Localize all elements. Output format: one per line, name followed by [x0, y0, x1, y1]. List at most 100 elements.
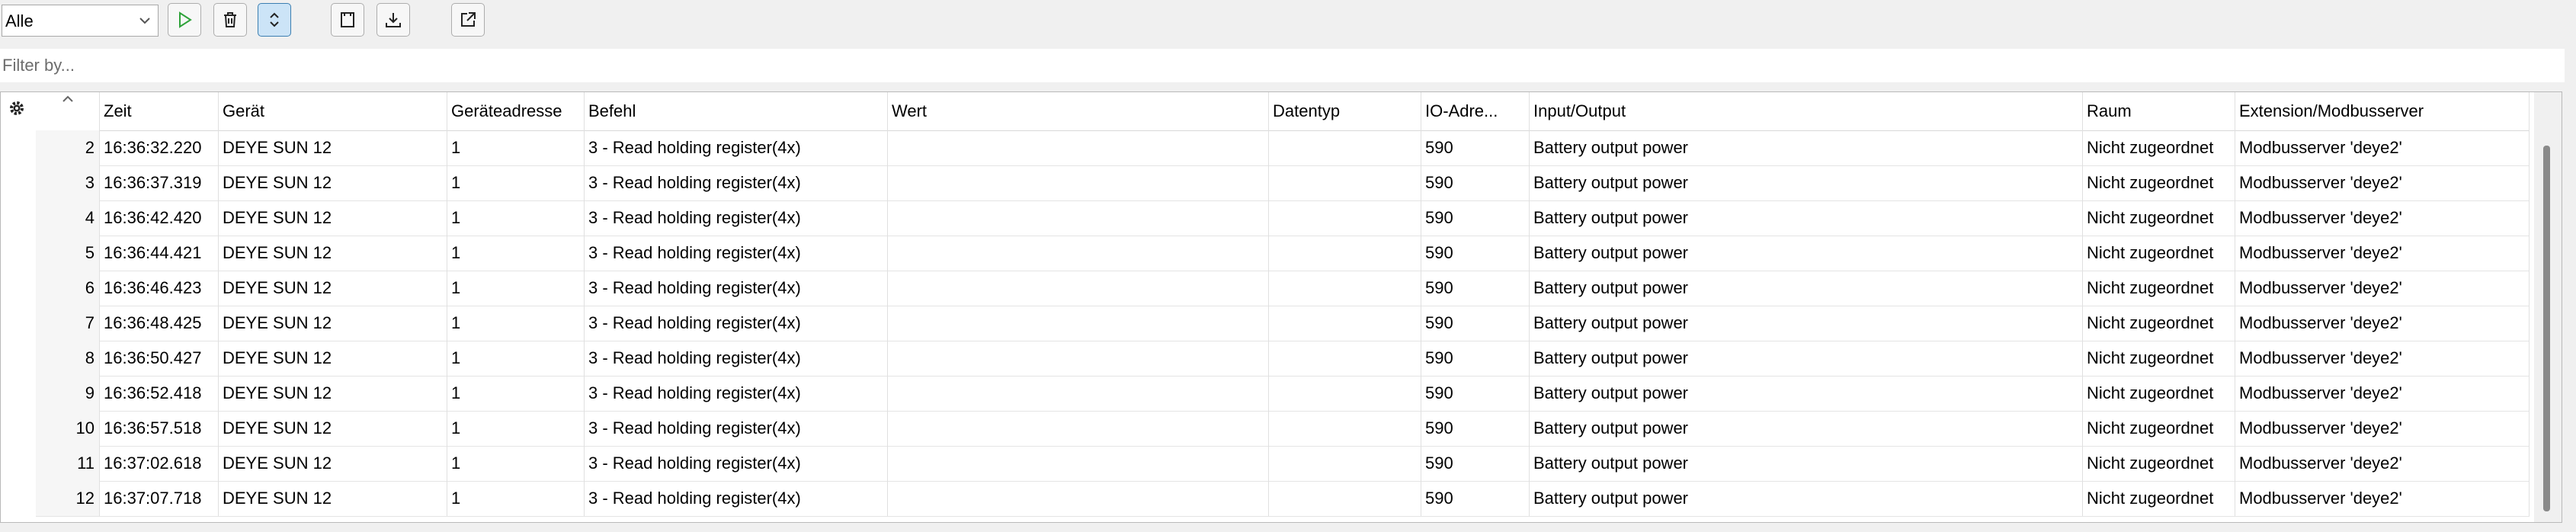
cell-input-output: Battery output power — [1530, 341, 2083, 376]
cell-datentyp — [1269, 306, 1421, 341]
cell-geraet: DEYE SUN 12 — [219, 200, 447, 236]
column-header-io-adresse[interactable]: IO-Adre... — [1421, 92, 1530, 130]
cell-io-adresse: 590 — [1421, 130, 1530, 165]
cell-row-number: 9 — [36, 376, 100, 411]
cell-row-number: 7 — [36, 306, 100, 341]
cell-datentyp — [1269, 130, 1421, 165]
cell-datentyp — [1269, 271, 1421, 306]
cell-extension-modbusserver: Modbusserver 'deye2' — [2235, 236, 2530, 271]
cell-geraet: DEYE SUN 12 — [219, 481, 447, 516]
cell-befehl: 3 - Read holding register(4x) — [585, 236, 888, 271]
cell-geraet: DEYE SUN 12 — [219, 376, 447, 411]
filter-input[interactable]: Filter by... — [0, 49, 2565, 82]
expand-collapse-button[interactable] — [258, 3, 291, 37]
cell-wert — [888, 236, 1269, 271]
cell-io-adresse: 590 — [1421, 411, 1530, 446]
cell-extension-modbusserver: Modbusserver 'deye2' — [2235, 481, 2530, 516]
column-header-wert[interactable]: Wert — [888, 92, 1269, 130]
cell-row-number: 4 — [36, 200, 100, 236]
cell-input-output: Battery output power — [1530, 306, 2083, 341]
cell-input-output: Battery output power — [1530, 130, 2083, 165]
table-row[interactable]: 2 16:36:32.220 DEYE SUN 12 1 3 - Read holdin… — [36, 130, 2530, 166]
cell-geraet: DEYE SUN 12 — [219, 271, 447, 306]
scrollbar-thumb[interactable] — [2543, 146, 2550, 511]
cell-befehl: 3 - Read holding register(4x) — [585, 376, 888, 411]
cell-extension-modbusserver: Modbusserver 'deye2' — [2235, 446, 2530, 481]
table-row[interactable]: 5 16:36:44.421 DEYE SUN 12 1 3 - Read holdin… — [36, 236, 2530, 271]
cell-zeit: 16:36:52.418 — [100, 376, 219, 411]
cell-wert — [888, 165, 1269, 200]
open-external-icon — [461, 12, 476, 27]
cell-io-adresse: 590 — [1421, 376, 1530, 411]
table-row[interactable]: 11 16:37:02.618 DEYE SUN 12 1 3 - Read holdi… — [36, 446, 2530, 482]
cell-io-adresse: 590 — [1421, 481, 1530, 516]
cell-raum: Nicht zugeordnet — [2083, 130, 2235, 165]
cell-datentyp — [1269, 481, 1421, 516]
cell-raum: Nicht zugeordnet — [2083, 446, 2235, 481]
cell-io-adresse: 590 — [1421, 306, 1530, 341]
cell-geraeteadresse: 1 — [447, 411, 585, 446]
column-header-befehl[interactable]: Befehl — [585, 92, 888, 130]
cell-extension-modbusserver: Modbusserver 'deye2' — [2235, 165, 2530, 200]
cell-geraet: DEYE SUN 12 — [219, 165, 447, 200]
cell-datentyp — [1269, 165, 1421, 200]
cell-row-number: 11 — [36, 446, 100, 481]
cell-wert — [888, 411, 1269, 446]
cell-input-output: Battery output power — [1530, 271, 2083, 306]
column-header-geraeteadresse[interactable]: Geräteadresse — [447, 92, 585, 130]
filter-placeholder: Filter by... — [2, 56, 75, 75]
cell-zeit: 16:36:50.427 — [100, 341, 219, 376]
column-header-geraet[interactable]: Gerät — [219, 92, 447, 130]
cell-geraeteadresse: 1 — [447, 306, 585, 341]
cell-io-adresse: 590 — [1421, 446, 1530, 481]
open-file-button[interactable] — [331, 3, 364, 37]
table-row[interactable]: 7 16:36:48.425 DEYE SUN 12 1 3 - Read holdin… — [36, 306, 2530, 341]
cell-raum: Nicht zugeordnet — [2083, 306, 2235, 341]
cell-row-number: 10 — [36, 411, 100, 446]
cell-io-adresse: 590 — [1421, 271, 1530, 306]
delete-button[interactable] — [213, 3, 247, 37]
run-button[interactable] — [168, 3, 201, 37]
table-row[interactable]: 9 16:36:52.418 DEYE SUN 12 1 3 - Read holdin… — [36, 376, 2530, 412]
cell-input-output: Battery output power — [1530, 236, 2083, 271]
column-header-row-number[interactable] — [36, 92, 100, 130]
filter-select[interactable]: Alle — [2, 5, 159, 37]
cell-datentyp — [1269, 376, 1421, 411]
cell-raum: Nicht zugeordnet — [2083, 200, 2235, 236]
cell-zeit: 16:36:46.423 — [100, 271, 219, 306]
open-external-button[interactable] — [451, 3, 485, 37]
column-header-datentyp[interactable]: Datentyp — [1269, 92, 1421, 130]
table-row[interactable]: 12 16:37:07.718 DEYE SUN 12 1 3 - Read holdi… — [36, 481, 2530, 517]
table-row[interactable]: 6 16:36:46.423 DEYE SUN 12 1 3 - Read holdin… — [36, 271, 2530, 306]
cell-wert — [888, 481, 1269, 516]
column-header-raum[interactable]: Raum — [2083, 92, 2235, 130]
vertical-scrollbar[interactable] — [2534, 92, 2562, 522]
table-row[interactable]: 8 16:36:50.427 DEYE SUN 12 1 3 - Read holdin… — [36, 341, 2530, 377]
cell-geraeteadresse: 1 — [447, 130, 585, 165]
log-table: Zeit Gerät Geräteadresse Befehl Wert Datentyp… — [0, 91, 2562, 523]
cell-raum: Nicht zugeordnet — [2083, 341, 2235, 376]
cell-input-output: Battery output power — [1530, 446, 2083, 481]
column-header-input-output[interactable]: Input/Output — [1530, 92, 2083, 130]
cell-io-adresse: 590 — [1421, 200, 1530, 236]
cell-input-output: Battery output power — [1530, 376, 2083, 411]
gear-icon[interactable] — [7, 98, 27, 118]
download-button[interactable] — [376, 3, 410, 37]
table-row[interactable]: 3 16:36:37.319 DEYE SUN 12 1 3 - Read holdin… — [36, 165, 2530, 201]
cell-geraet: DEYE SUN 12 — [219, 341, 447, 376]
cell-row-number: 5 — [36, 236, 100, 271]
cell-geraet: DEYE SUN 12 — [219, 306, 447, 341]
column-header-zeit[interactable]: Zeit — [100, 92, 219, 130]
table-row[interactable]: 4 16:36:42.420 DEYE SUN 12 1 3 - Read holdin… — [36, 200, 2530, 236]
cell-befehl: 3 - Read holding register(4x) — [585, 130, 888, 165]
cell-geraeteadresse: 1 — [447, 376, 585, 411]
cell-befehl: 3 - Read holding register(4x) — [585, 200, 888, 236]
column-header-extension-modbusserver[interactable]: Extension/Modbusserver — [2235, 92, 2530, 130]
table-row[interactable]: 10 16:36:57.518 DEYE SUN 12 1 3 - Read holdi… — [36, 411, 2530, 447]
cell-extension-modbusserver: Modbusserver 'deye2' — [2235, 341, 2530, 376]
cell-wert — [888, 306, 1269, 341]
cell-extension-modbusserver: Modbusserver 'deye2' — [2235, 200, 2530, 236]
cell-zeit: 16:36:42.420 — [100, 200, 219, 236]
cell-befehl: 3 - Read holding register(4x) — [585, 446, 888, 481]
cell-datentyp — [1269, 236, 1421, 271]
